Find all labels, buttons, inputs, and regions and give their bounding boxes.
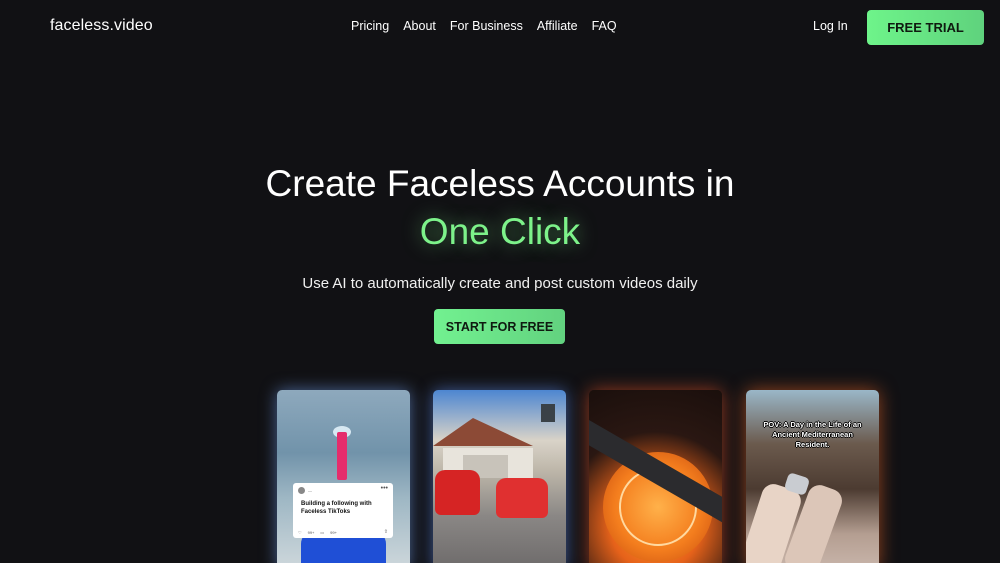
video-caption: POV: A Day in the Life of an Ancient Med… <box>763 420 862 449</box>
likes-count: 99+ <box>307 530 315 535</box>
tower-shape <box>337 432 347 480</box>
more-options-icon: ••• <box>380 485 388 492</box>
window-shape <box>541 404 555 422</box>
login-link[interactable]: Log In <box>813 19 848 33</box>
nav-about[interactable]: About <box>403 19 436 33</box>
social-post-card: — ••• Building a following with Faceless… <box>293 483 393 538</box>
example-video-card-4[interactable]: POV: A Day in the Life of an Ancient Med… <box>746 390 879 563</box>
comment-icon: ▭ <box>320 530 325 535</box>
nav-pricing[interactable]: Pricing <box>351 19 389 33</box>
hero-subtitle: Use AI to automatically create and post … <box>302 275 698 292</box>
example-video-card-3[interactable] <box>589 390 722 563</box>
logo[interactable]: faceless.video <box>50 17 153 35</box>
nav-for-business[interactable]: For Business <box>450 19 523 33</box>
heart-icon: ♡ <box>298 530 302 535</box>
hero-title: Create Faceless Accounts in <box>265 163 735 204</box>
post-handle: — <box>308 488 312 493</box>
red-car-shape-2 <box>496 478 548 518</box>
main-nav: Pricing About For Business Affiliate FAQ <box>351 19 617 33</box>
example-video-card-2[interactable] <box>433 390 566 563</box>
comments-count: 99+ <box>330 530 337 535</box>
post-text: Building a following with Faceless TikTo… <box>301 501 372 515</box>
roof-shape <box>433 418 533 446</box>
red-car-shape-1 <box>435 470 480 515</box>
post-user: — <box>298 487 388 494</box>
avatar <box>298 487 305 494</box>
nav-affiliate[interactable]: Affiliate <box>537 19 578 33</box>
free-trial-button[interactable]: FREE TRIAL <box>867 10 984 45</box>
start-for-free-button[interactable]: START FOR FREE <box>434 309 565 344</box>
share-icon: ⇧ <box>383 529 388 535</box>
post-meta: ♡ 99+ ▭ 99+ <box>298 530 337 535</box>
hero-accent-text: One Click <box>419 211 581 252</box>
nav-faq[interactable]: FAQ <box>592 19 617 33</box>
example-video-card-1[interactable]: — ••• Building a following with Faceless… <box>277 390 410 563</box>
